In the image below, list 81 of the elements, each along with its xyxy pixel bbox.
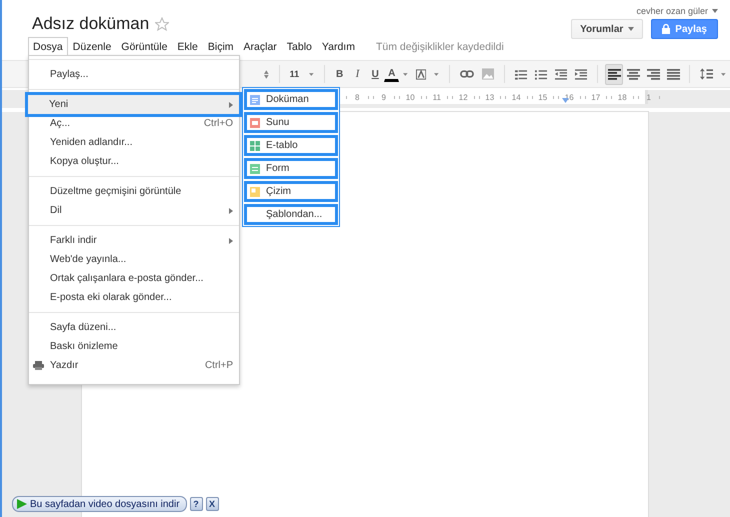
menu-item[interactable]: Düzeltme geçmişini görüntüle	[29, 182, 239, 201]
ruler-number: 15	[530, 90, 556, 104]
menu-item[interactable]: Web'de yayınla...	[29, 250, 239, 269]
save-status: Tüm değişiklikler kaydedildi	[376, 40, 504, 55]
ruler-number: 10	[397, 90, 424, 104]
increase-indent-icon[interactable]	[575, 68, 588, 80]
font-size-field[interactable]: 11	[286, 69, 306, 79]
menu-item[interactable]: Yeni	[28, 95, 239, 114]
menu-item[interactable]: Düzenle	[68, 37, 116, 55]
comments-button[interactable]: Yorumlar	[571, 19, 644, 39]
link-icon[interactable]	[460, 70, 474, 78]
ruler-number: 12	[450, 90, 476, 104]
ruler-number: 13	[476, 90, 503, 104]
menu-item[interactable]: Dosya	[28, 37, 68, 55]
align-center-icon	[627, 68, 640, 80]
caret-icon[interactable]	[712, 9, 718, 13]
menu-item[interactable]: Ortak çalışanlara e-posta gönder...	[29, 269, 239, 288]
document-title[interactable]: Adsız doküman	[32, 14, 150, 34]
menu-item[interactable]: Biçim	[202, 37, 239, 55]
close-button[interactable]: X	[206, 497, 219, 511]
ruler-number: 17	[582, 90, 609, 104]
underline-button[interactable]: U	[366, 64, 384, 84]
menu-item[interactable]: Tablo	[282, 37, 317, 55]
menu-item[interactable]: Dil	[29, 201, 239, 220]
ruler-number: 11	[424, 90, 450, 104]
menu-item[interactable]: Görüntüle	[116, 37, 172, 55]
ruler-number: 14	[503, 90, 530, 104]
menu-item[interactable]: Farklı indir	[29, 231, 239, 250]
presentation-icon	[250, 118, 260, 128]
submenu-item[interactable]: Doküman	[244, 89, 338, 110]
shortcut-label: Ctrl+P	[204, 360, 233, 371]
align-left-icon	[608, 68, 621, 80]
text-color-button[interactable]: A	[384, 66, 400, 82]
document-icon	[250, 94, 260, 104]
menu-item[interactable]: Yardım	[316, 37, 360, 55]
star-icon[interactable]	[155, 17, 170, 31]
submenu-item[interactable]: Form	[244, 158, 338, 179]
ruler-number: 9	[370, 90, 397, 104]
menu-item[interactable]: E-posta eki olarak gönder...	[29, 288, 239, 307]
download-video-button[interactable]: Bu sayfadan video dosyasını indir	[12, 496, 187, 512]
menu-item[interactable]: Kopya oluştur...	[29, 152, 239, 171]
align-right-icon	[647, 68, 660, 80]
form-icon	[250, 164, 260, 174]
bulleted-list-icon[interactable]	[534, 68, 548, 80]
ruler-number: 18	[609, 90, 636, 104]
submenu-item[interactable]: Şablondan...	[244, 204, 338, 225]
align-left-button[interactable]	[605, 64, 623, 84]
highlight-icon[interactable]	[416, 68, 426, 80]
menu-item[interactable]: Baskı önizleme	[29, 337, 239, 356]
submenu-item[interactable]: Çizim	[244, 181, 338, 202]
menu-item[interactable]: Yazdır Ctrl+P	[29, 356, 239, 375]
menu-item[interactable]: Paylaş...	[29, 65, 239, 84]
caret-icon[interactable]	[309, 72, 314, 76]
caret-icon[interactable]	[721, 72, 726, 76]
bold-button[interactable]: B	[330, 64, 349, 84]
lock-icon	[662, 24, 670, 34]
align-justify-icon	[667, 68, 680, 80]
decrease-indent-icon[interactable]	[555, 68, 568, 80]
shortcut-label: Ctrl+O	[204, 118, 233, 129]
drawing-icon	[250, 186, 260, 196]
account-name[interactable]: cevher ozan güler	[636, 6, 708, 16]
submenu-item[interactable]: E-tablo	[244, 135, 338, 156]
spreadsheet-icon	[250, 140, 260, 150]
menu-item[interactable]: Sayfa düzeni...	[29, 318, 239, 337]
menu-item[interactable]: Araçlar	[238, 37, 282, 55]
spinner-icon[interactable]	[264, 70, 269, 78]
caret-icon[interactable]	[403, 72, 408, 76]
submenu-item[interactable]: Sunu	[244, 112, 338, 133]
play-icon	[17, 499, 27, 509]
help-button[interactable]: ?	[190, 497, 203, 511]
ruler-number: 1	[636, 90, 662, 104]
line-spacing-icon[interactable]	[700, 68, 714, 80]
numbered-list-icon[interactable]	[514, 68, 527, 80]
printer-icon	[33, 361, 44, 370]
menu-item[interactable]: Aç... Ctrl+O	[29, 114, 239, 133]
ruler-number: 8	[344, 90, 370, 104]
caret-icon[interactable]	[434, 72, 439, 76]
menu-item[interactable]: Ekle	[172, 37, 203, 55]
menu-item[interactable]: Yeniden adlandır...	[29, 133, 239, 152]
caret-icon	[628, 27, 634, 31]
italic-button[interactable]: I	[348, 64, 366, 84]
